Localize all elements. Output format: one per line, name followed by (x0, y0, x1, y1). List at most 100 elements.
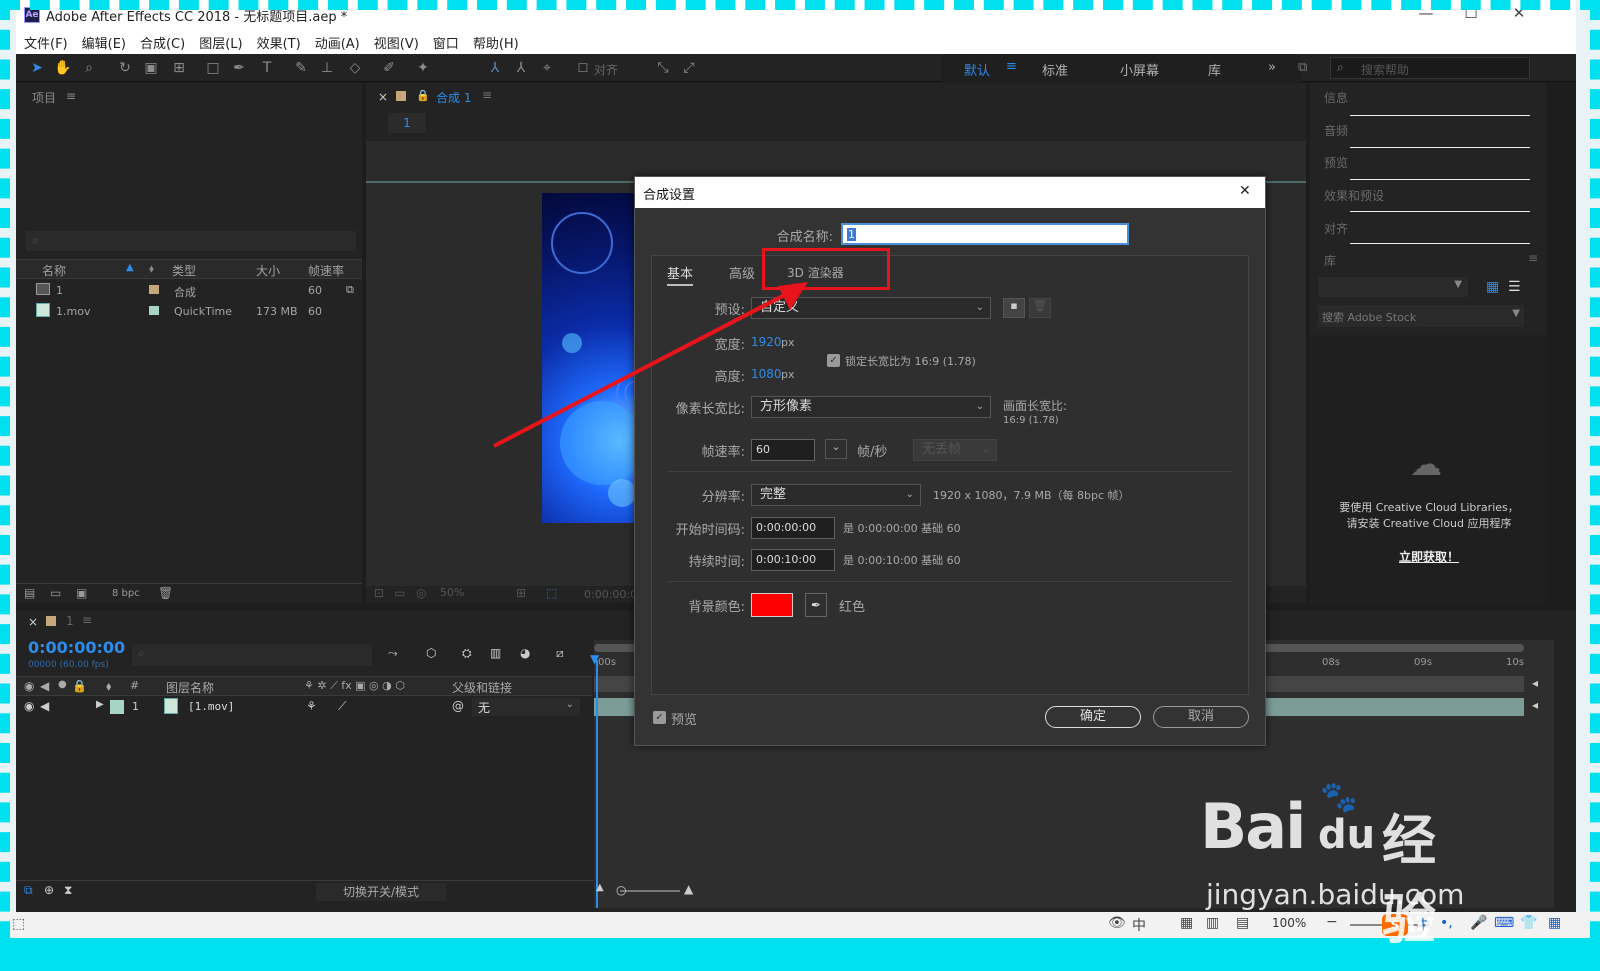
vr-icon[interactable]: ◎ (416, 586, 426, 600)
comp-flowchart-icon[interactable]: ⤳ (388, 646, 398, 661)
align-panel-tab[interactable]: 对齐 (1324, 220, 1348, 237)
pickwhip-icon[interactable]: @ (452, 699, 464, 713)
drop-frame-select[interactable]: 无丢帧 ⌄ (913, 439, 997, 461)
roto-brush-tool-icon[interactable]: ✐ (380, 59, 398, 77)
parent-select[interactable]: 无 ⌄ (472, 698, 580, 716)
flowchart-icon[interactable]: ⧉ (346, 283, 354, 297)
project-item[interactable]: 1.mov QuickTime 173 MB 60 (16, 302, 356, 322)
library-select[interactable]: ▼ (1318, 277, 1468, 297)
menu-animation[interactable]: 动画(A) (315, 33, 360, 52)
minimize-button[interactable]: — (1411, 4, 1441, 22)
delete-preset-icon[interactable]: 🗑 (1029, 298, 1051, 318)
help-search-box[interactable]: ⌕ 搜索帮助 (1330, 57, 1530, 79)
column-layer-name[interactable]: 图层名称 (166, 679, 214, 696)
magnification-select[interactable]: 50% (440, 586, 510, 599)
transfer-controls-icon[interactable]: ⊕ (44, 883, 54, 897)
workspace-overflow-icon[interactable]: » (1268, 60, 1276, 75)
expand-arrow-icon[interactable]: ▶ (96, 699, 104, 710)
menu-layer[interactable]: 图层(L) (199, 33, 242, 52)
page-break-view-icon[interactable]: ▤ (1236, 915, 1249, 931)
punctuation-icon[interactable]: •, (1440, 915, 1453, 931)
view-axis-mode-icon[interactable]: ⌖ (538, 59, 556, 77)
current-time-indicator[interactable] (596, 660, 598, 908)
project-search-input[interactable]: ⌕ (26, 231, 356, 251)
frame-rate-dropdown-icon[interactable]: ⌄ (825, 439, 847, 459)
snap-options-icon[interactable]: ⤢ (680, 59, 698, 77)
timeline-nav-icon[interactable]: ◂ (1532, 698, 1538, 712)
layer-row[interactable]: ◉ ◀ ▶ 1 [1.mov] ⚘ ⟋ @ 无 ⌄ (16, 697, 592, 717)
menu-composition[interactable]: 合成(C) (140, 33, 185, 52)
skin-icon[interactable]: 👕 (1520, 915, 1537, 931)
language-icon[interactable]: 中 (1132, 915, 1146, 935)
column-type[interactable]: 类型 (172, 262, 196, 279)
column-parent-link[interactable]: 父级和链接 (452, 679, 512, 696)
resolution-select[interactable]: 完整 ⌄ (751, 484, 921, 506)
close-tab-icon[interactable]: × (378, 90, 388, 104)
start-timecode-input[interactable]: 0:00:00:00 (751, 517, 835, 539)
close-tab-icon[interactable]: × (28, 615, 38, 629)
region-of-interest-icon[interactable]: ⬚ (546, 586, 557, 600)
timeline-nav-icon[interactable]: ◂ (1532, 676, 1538, 690)
world-axis-mode-icon[interactable]: ⅄ (512, 59, 530, 77)
preview-checkbox[interactable]: ✓ (653, 711, 666, 724)
eyedropper-icon[interactable]: ✒ (805, 593, 827, 617)
workspace-menu-icon[interactable]: ≡ (1006, 59, 1017, 74)
workspace-default[interactable]: 默认 (964, 60, 990, 79)
cancel-button[interactable]: 取消 (1153, 706, 1249, 728)
layer-search-input[interactable]: ⌕ (132, 644, 372, 666)
shy-layers-icon[interactable]: ⛭ (462, 646, 472, 661)
close-window-button[interactable]: ✕ (1504, 4, 1534, 22)
reading-view-icon[interactable]: 👁 (1108, 915, 1126, 931)
comp-breadcrumb[interactable]: 1 (388, 113, 426, 133)
toolbox-icon[interactable]: ▦ (1548, 915, 1561, 931)
bg-color-swatch[interactable] (751, 593, 793, 617)
label-swatch[interactable] (110, 700, 124, 714)
align-checkbox-icon[interactable]: ☐ (574, 59, 592, 77)
keyboard-icon[interactable]: ⌨ (1494, 915, 1514, 931)
audio-toggle-icon[interactable]: ◀ (40, 699, 49, 713)
new-folder-icon[interactable]: ▭ (50, 586, 61, 600)
ok-button[interactable]: 确定 (1045, 706, 1141, 728)
always-preview-icon[interactable]: ⊡ (374, 586, 384, 600)
toggle-switches-modes-button[interactable]: 切换开关/模式 (316, 883, 446, 901)
pan-behind-tool-icon[interactable]: ⊞ (170, 59, 188, 77)
bit-depth-button[interactable]: 8 bpc (112, 588, 140, 599)
snap-icon[interactable]: ⤡ (654, 59, 672, 77)
local-axis-mode-icon[interactable]: ⅄ (486, 59, 504, 77)
lock-aspect-checkbox[interactable]: ✓ (827, 354, 840, 367)
workspace-small-screen[interactable]: 小屏幕 (1120, 60, 1159, 79)
brush-tool-icon[interactable]: ✎ (292, 59, 310, 77)
column-size[interactable]: 大小 (256, 262, 280, 279)
zoom-out-icon[interactable]: ▲ (596, 882, 604, 893)
lock-icon[interactable]: 🔒 (416, 89, 430, 102)
camera-tool-icon[interactable]: ▣ (142, 59, 160, 77)
project-item[interactable]: 1 合成 60 ⧉ (16, 281, 356, 301)
graph-editor-icon[interactable]: ⧄ (556, 646, 564, 661)
page-layout-view-icon[interactable]: ▥ (1206, 915, 1219, 931)
zoom-level[interactable]: 100% (1272, 916, 1306, 930)
workspace-libraries[interactable]: 库 (1208, 60, 1221, 79)
normal-view-icon[interactable]: ▦ (1180, 915, 1193, 931)
list-view-icon[interactable]: ☰ (1508, 279, 1521, 295)
maximize-button[interactable]: ☐ (1456, 4, 1486, 22)
puppet-pin-tool-icon[interactable]: ✦ (414, 59, 432, 77)
column-name[interactable]: 名称 (42, 262, 66, 279)
effects-presets-panel-tab[interactable]: 效果和预设 (1324, 187, 1384, 204)
pen-tool-icon[interactable]: ✒ (230, 59, 248, 77)
dialog-close-button[interactable]: ✕ (1239, 183, 1251, 199)
menu-window[interactable]: 窗口 (433, 33, 459, 52)
zoom-in-icon[interactable]: ▲ (684, 882, 693, 896)
current-time-display[interactable]: 0:00:00:00 (28, 638, 125, 657)
rotate-tool-icon[interactable]: ↻ (116, 59, 134, 77)
snapshot-icon[interactable]: ⊞ (516, 586, 526, 600)
menu-help[interactable]: 帮助(H) (473, 33, 519, 52)
zoom-tool-icon[interactable]: ⌕ (80, 59, 98, 77)
info-panel-tab[interactable]: 信息 (1324, 89, 1348, 106)
display-icon[interactable]: ▭ (394, 586, 405, 600)
preview-panel-tab[interactable]: 预览 (1324, 154, 1348, 171)
microphone-icon[interactable]: 🎤 (1470, 915, 1487, 931)
visibility-eye-icon[interactable]: ◉ (24, 699, 34, 713)
draft-3d-icon[interactable]: ⬡ (426, 646, 436, 660)
quality-switch-icon[interactable]: ⟋ (338, 699, 346, 714)
help-search-input[interactable]: 搜索帮助 (1361, 61, 1409, 78)
